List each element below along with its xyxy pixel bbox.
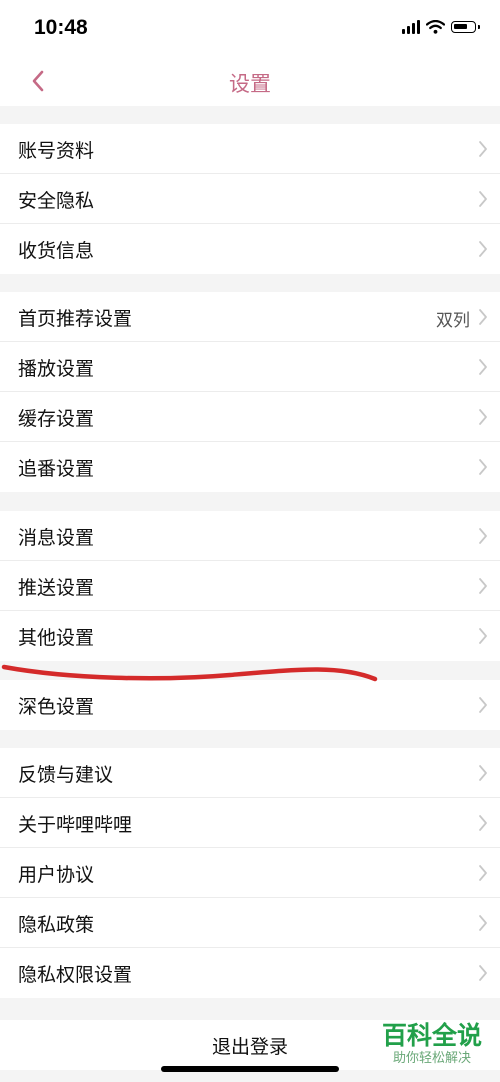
settings-group-about: 反馈与建议 关于哔哩哔哩 用户协议 隐私政策 隐私权限设置 [0, 748, 500, 998]
home-indicator [161, 1066, 339, 1072]
battery-icon [451, 21, 480, 33]
chevron-right-icon [479, 815, 487, 831]
watermark-logo: 百科全说 助你轻松解决 [376, 1022, 488, 1068]
settings-item-about[interactable]: 关于哔哩哔哩 [0, 798, 500, 848]
settings-item-feedback[interactable]: 反馈与建议 [0, 748, 500, 798]
chevron-right-icon [479, 865, 487, 881]
settings-item-label: 账号资料 [18, 140, 95, 162]
chevron-right-icon [479, 241, 487, 257]
settings-item-label: 追番设置 [18, 458, 95, 480]
settings-item-home-recommend[interactable]: 首页推荐设置 双列 [0, 292, 500, 342]
settings-item-push[interactable]: 推送设置 [0, 561, 500, 611]
signal-icon [402, 20, 420, 34]
settings-item-cache[interactable]: 缓存设置 [0, 392, 500, 442]
settings-item-label: 推送设置 [18, 577, 95, 599]
settings-item-label: 关于哔哩哔哩 [18, 814, 133, 836]
page-title: 设置 [229, 72, 271, 96]
chevron-right-icon [479, 359, 487, 375]
settings-item-playback[interactable]: 播放设置 [0, 342, 500, 392]
chevron-right-icon [479, 765, 487, 781]
settings-item-label: 安全隐私 [18, 190, 95, 212]
status-icons [402, 20, 480, 34]
chevron-right-icon [479, 697, 487, 713]
chevron-right-icon [479, 459, 487, 475]
settings-item-label: 收货信息 [18, 240, 95, 262]
settings-item-privacy-policy[interactable]: 隐私政策 [0, 898, 500, 948]
settings-item-other[interactable]: 其他设置 [0, 611, 500, 661]
settings-item-label: 其他设置 [18, 627, 95, 649]
chevron-right-icon [479, 915, 487, 931]
settings-group-playback: 首页推荐设置 双列 播放设置 缓存设置 追番设置 [0, 292, 500, 492]
settings-item-label: 反馈与建议 [18, 764, 114, 786]
chevron-right-icon [479, 628, 487, 644]
settings-item-user-agreement[interactable]: 用户协议 [0, 848, 500, 898]
settings-item-follow-anime[interactable]: 追番设置 [0, 442, 500, 492]
nav-bar: 设置 [0, 58, 500, 106]
settings-group-account: 账号资料 安全隐私 收货信息 [0, 124, 500, 274]
settings-item-security-privacy[interactable]: 安全隐私 [0, 174, 500, 224]
wifi-icon [426, 20, 445, 34]
chevron-right-icon [479, 141, 487, 157]
settings-item-label: 消息设置 [18, 527, 95, 549]
settings-item-label: 隐私权限设置 [18, 964, 133, 986]
settings-item-messages[interactable]: 消息设置 [0, 511, 500, 561]
red-annotation-stroke [1, 664, 378, 682]
watermark-subtitle: 助你轻松解决 [392, 1051, 471, 1066]
chevron-right-icon [479, 191, 487, 207]
settings-item-account-profile[interactable]: 账号资料 [0, 124, 500, 174]
settings-item-value: 双列 [436, 311, 470, 331]
chevron-right-icon [479, 965, 487, 981]
settings-item-label: 深色设置 [18, 696, 95, 718]
chevron-right-icon [479, 578, 487, 594]
watermark-title: 百科全说 [381, 1021, 482, 1050]
status-time: 10:48 [34, 16, 88, 39]
settings-item-privacy-permissions[interactable]: 隐私权限设置 [0, 948, 500, 998]
chevron-right-icon [479, 309, 487, 325]
settings-item-label: 用户协议 [18, 864, 95, 886]
settings-item-shipping-info[interactable]: 收货信息 [0, 224, 500, 274]
settings-group-notifications: 消息设置 推送设置 其他设置 [0, 511, 500, 661]
settings-item-label: 隐私政策 [18, 914, 95, 936]
chevron-right-icon [479, 528, 487, 544]
settings-item-label: 缓存设置 [18, 408, 95, 430]
settings-item-label: 播放设置 [18, 358, 95, 380]
settings-item-label: 首页推荐设置 [18, 308, 133, 330]
chevron-right-icon [479, 409, 487, 425]
status-bar: 10:48 [0, 0, 500, 58]
